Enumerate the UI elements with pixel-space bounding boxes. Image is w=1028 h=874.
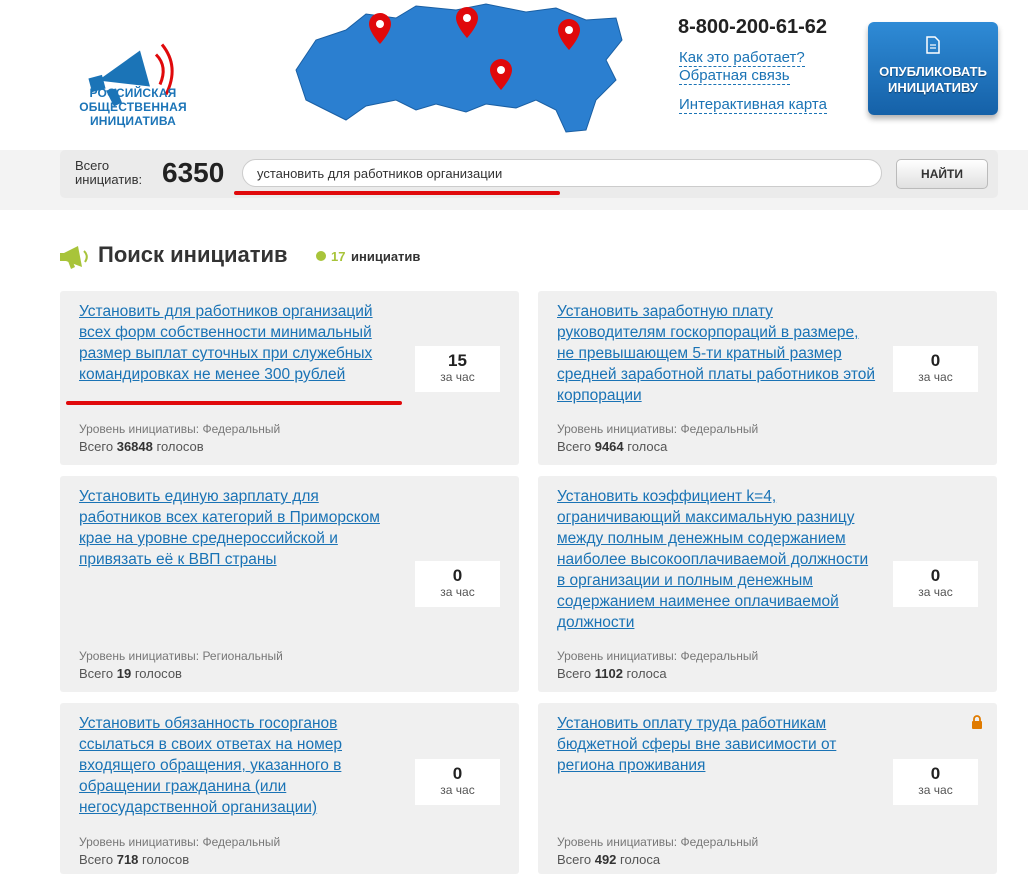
logo-text: РОССИЙСКАЯ ОБЩЕСТВЕННАЯ ИНИЦИАТИВА <box>70 86 196 128</box>
document-icon <box>926 36 940 54</box>
votes-per-hour: 0 за час <box>415 561 500 607</box>
total-prefix: Всего <box>557 439 592 454</box>
logo-line: РОССИЙСКАЯ <box>89 86 177 100</box>
count-dot <box>316 251 326 261</box>
initiative-card: Установить оплату труда работникам бюдже… <box>538 703 997 874</box>
initiative-level: Уровень инициативы: Федеральный <box>79 835 281 849</box>
total-initiatives-count: 6350 <box>162 157 225 188</box>
lock-icon <box>972 715 982 729</box>
initiative-title-link[interactable]: Установить обязанность госорганов ссылат… <box>79 713 399 818</box>
publish-initiative-button[interactable]: ОПУБЛИКОВАТЬ ИНИЦИАТИВУ <box>868 22 998 115</box>
total-prefix: Всего <box>557 666 592 681</box>
total-suffix: голоса <box>620 852 661 867</box>
initiative-title-link[interactable]: Установить заработную плату руководителя… <box>557 301 877 406</box>
total-label-line: Всего <box>75 158 110 173</box>
logo-line: ИНИЦИАТИВА <box>89 114 177 128</box>
initiative-title-link[interactable]: Установить оплату труда работникам бюдже… <box>557 713 877 776</box>
initiative-title-link[interactable]: Установить коэффициент k=4, ограничивающ… <box>557 486 877 633</box>
votes-unit: за час <box>918 585 953 599</box>
red-underline-annotation <box>66 401 402 405</box>
initiative-card: Установить заработную плату руководителя… <box>538 291 997 465</box>
total-suffix: голоса <box>626 666 667 681</box>
votes-unit: за час <box>440 783 475 797</box>
publish-label: ОПУБЛИКОВАТЬ ИНИЦИАТИВУ <box>868 64 998 96</box>
votes-count: 0 <box>930 351 941 370</box>
search-input[interactable] <box>242 159 882 187</box>
initiative-card: Установить для работников организаций вс… <box>60 291 519 465</box>
initiative-card: Установить коэффициент k=4, ограничивающ… <box>538 476 997 692</box>
total-number: 1102 <box>594 666 623 681</box>
initiative-level: Уровень инициативы: Федеральный <box>557 422 759 436</box>
total-prefix: Всего <box>79 439 114 454</box>
total-suffix: голосов <box>142 852 190 867</box>
initiative-title-link[interactable]: Установить для работников организаций вс… <box>79 301 399 385</box>
total-prefix: Всего <box>79 852 114 867</box>
red-underline-annotation <box>234 191 560 195</box>
initiative-level: Уровень инициативы: Региональный <box>79 649 283 663</box>
logo-line: ОБЩЕСТВЕННАЯ <box>79 100 187 114</box>
initiative-level: Уровень инициативы: Федеральный <box>557 649 759 663</box>
initiative-card: Установить обязанность госорганов ссылат… <box>60 703 519 874</box>
votes-per-hour: 0 за час <box>415 759 500 805</box>
total-number: 36848 <box>116 439 153 454</box>
total-number: 718 <box>116 852 139 867</box>
total-prefix: Всего <box>557 852 592 867</box>
initiative-level: Уровень инициативы: Федеральный <box>557 835 759 849</box>
total-number: 492 <box>594 852 617 867</box>
interactive-map-link[interactable]: Интерактивная карта <box>679 97 827 114</box>
total-number: 9464 <box>594 439 624 454</box>
votes-count: 15 <box>448 351 467 370</box>
initiative-total-votes: Всего 492 голоса <box>557 852 660 867</box>
votes-count: 0 <box>930 566 941 585</box>
publish-label-line: ОПУБЛИКОВАТЬ <box>879 64 987 79</box>
votes-unit: за час <box>440 585 475 599</box>
publish-label-line: ИНИЦИАТИВУ <box>888 80 978 95</box>
find-button[interactable]: НАЙТИ <box>896 159 988 189</box>
votes-count: 0 <box>452 764 463 783</box>
feedback-link[interactable]: Обратная связь <box>679 68 790 85</box>
votes-per-hour: 0 за час <box>893 346 978 392</box>
total-initiatives-label: Всего инициатив: <box>75 159 142 187</box>
initiative-card: Установить единую зарплату для работнико… <box>60 476 519 692</box>
total-label-line: инициатив: <box>75 172 143 187</box>
initiative-level: Уровень инициативы: Федеральный <box>79 422 281 436</box>
initiative-total-votes: Всего 19 голосов <box>79 666 182 681</box>
initiative-total-votes: Всего 36848 голосов <box>79 439 204 454</box>
total-suffix: голосов <box>134 666 182 681</box>
russia-map-icon[interactable] <box>286 0 626 140</box>
initiative-total-votes: Всего 1102 голоса <box>557 666 667 681</box>
results-count: 17 <box>331 249 346 264</box>
initiative-total-votes: Всего 718 голосов <box>79 852 189 867</box>
votes-per-hour: 0 за час <box>893 759 978 805</box>
votes-per-hour: 0 за час <box>893 561 978 607</box>
votes-unit: за час <box>918 370 953 384</box>
votes-unit: за час <box>440 370 475 384</box>
votes-unit: за час <box>918 783 953 797</box>
total-suffix: голоса <box>627 439 668 454</box>
initiative-total-votes: Всего 9464 голоса <box>557 439 667 454</box>
votes-count: 0 <box>452 566 463 585</box>
votes-per-hour: 15 за час <box>415 346 500 392</box>
total-number: 19 <box>116 666 132 681</box>
phone-number[interactable]: 8-800-200-61-62 <box>678 16 827 39</box>
megaphone-icon <box>60 246 88 269</box>
page-title: Поиск инициатив <box>98 242 288 267</box>
how-it-works-link[interactable]: Как это работает? <box>679 50 805 67</box>
initiative-title-link[interactable]: Установить единую зарплату для работнико… <box>79 486 399 570</box>
total-prefix: Всего <box>79 666 114 681</box>
results-count-label: инициатив <box>351 249 421 264</box>
votes-count: 0 <box>930 764 941 783</box>
total-suffix: голосов <box>156 439 204 454</box>
